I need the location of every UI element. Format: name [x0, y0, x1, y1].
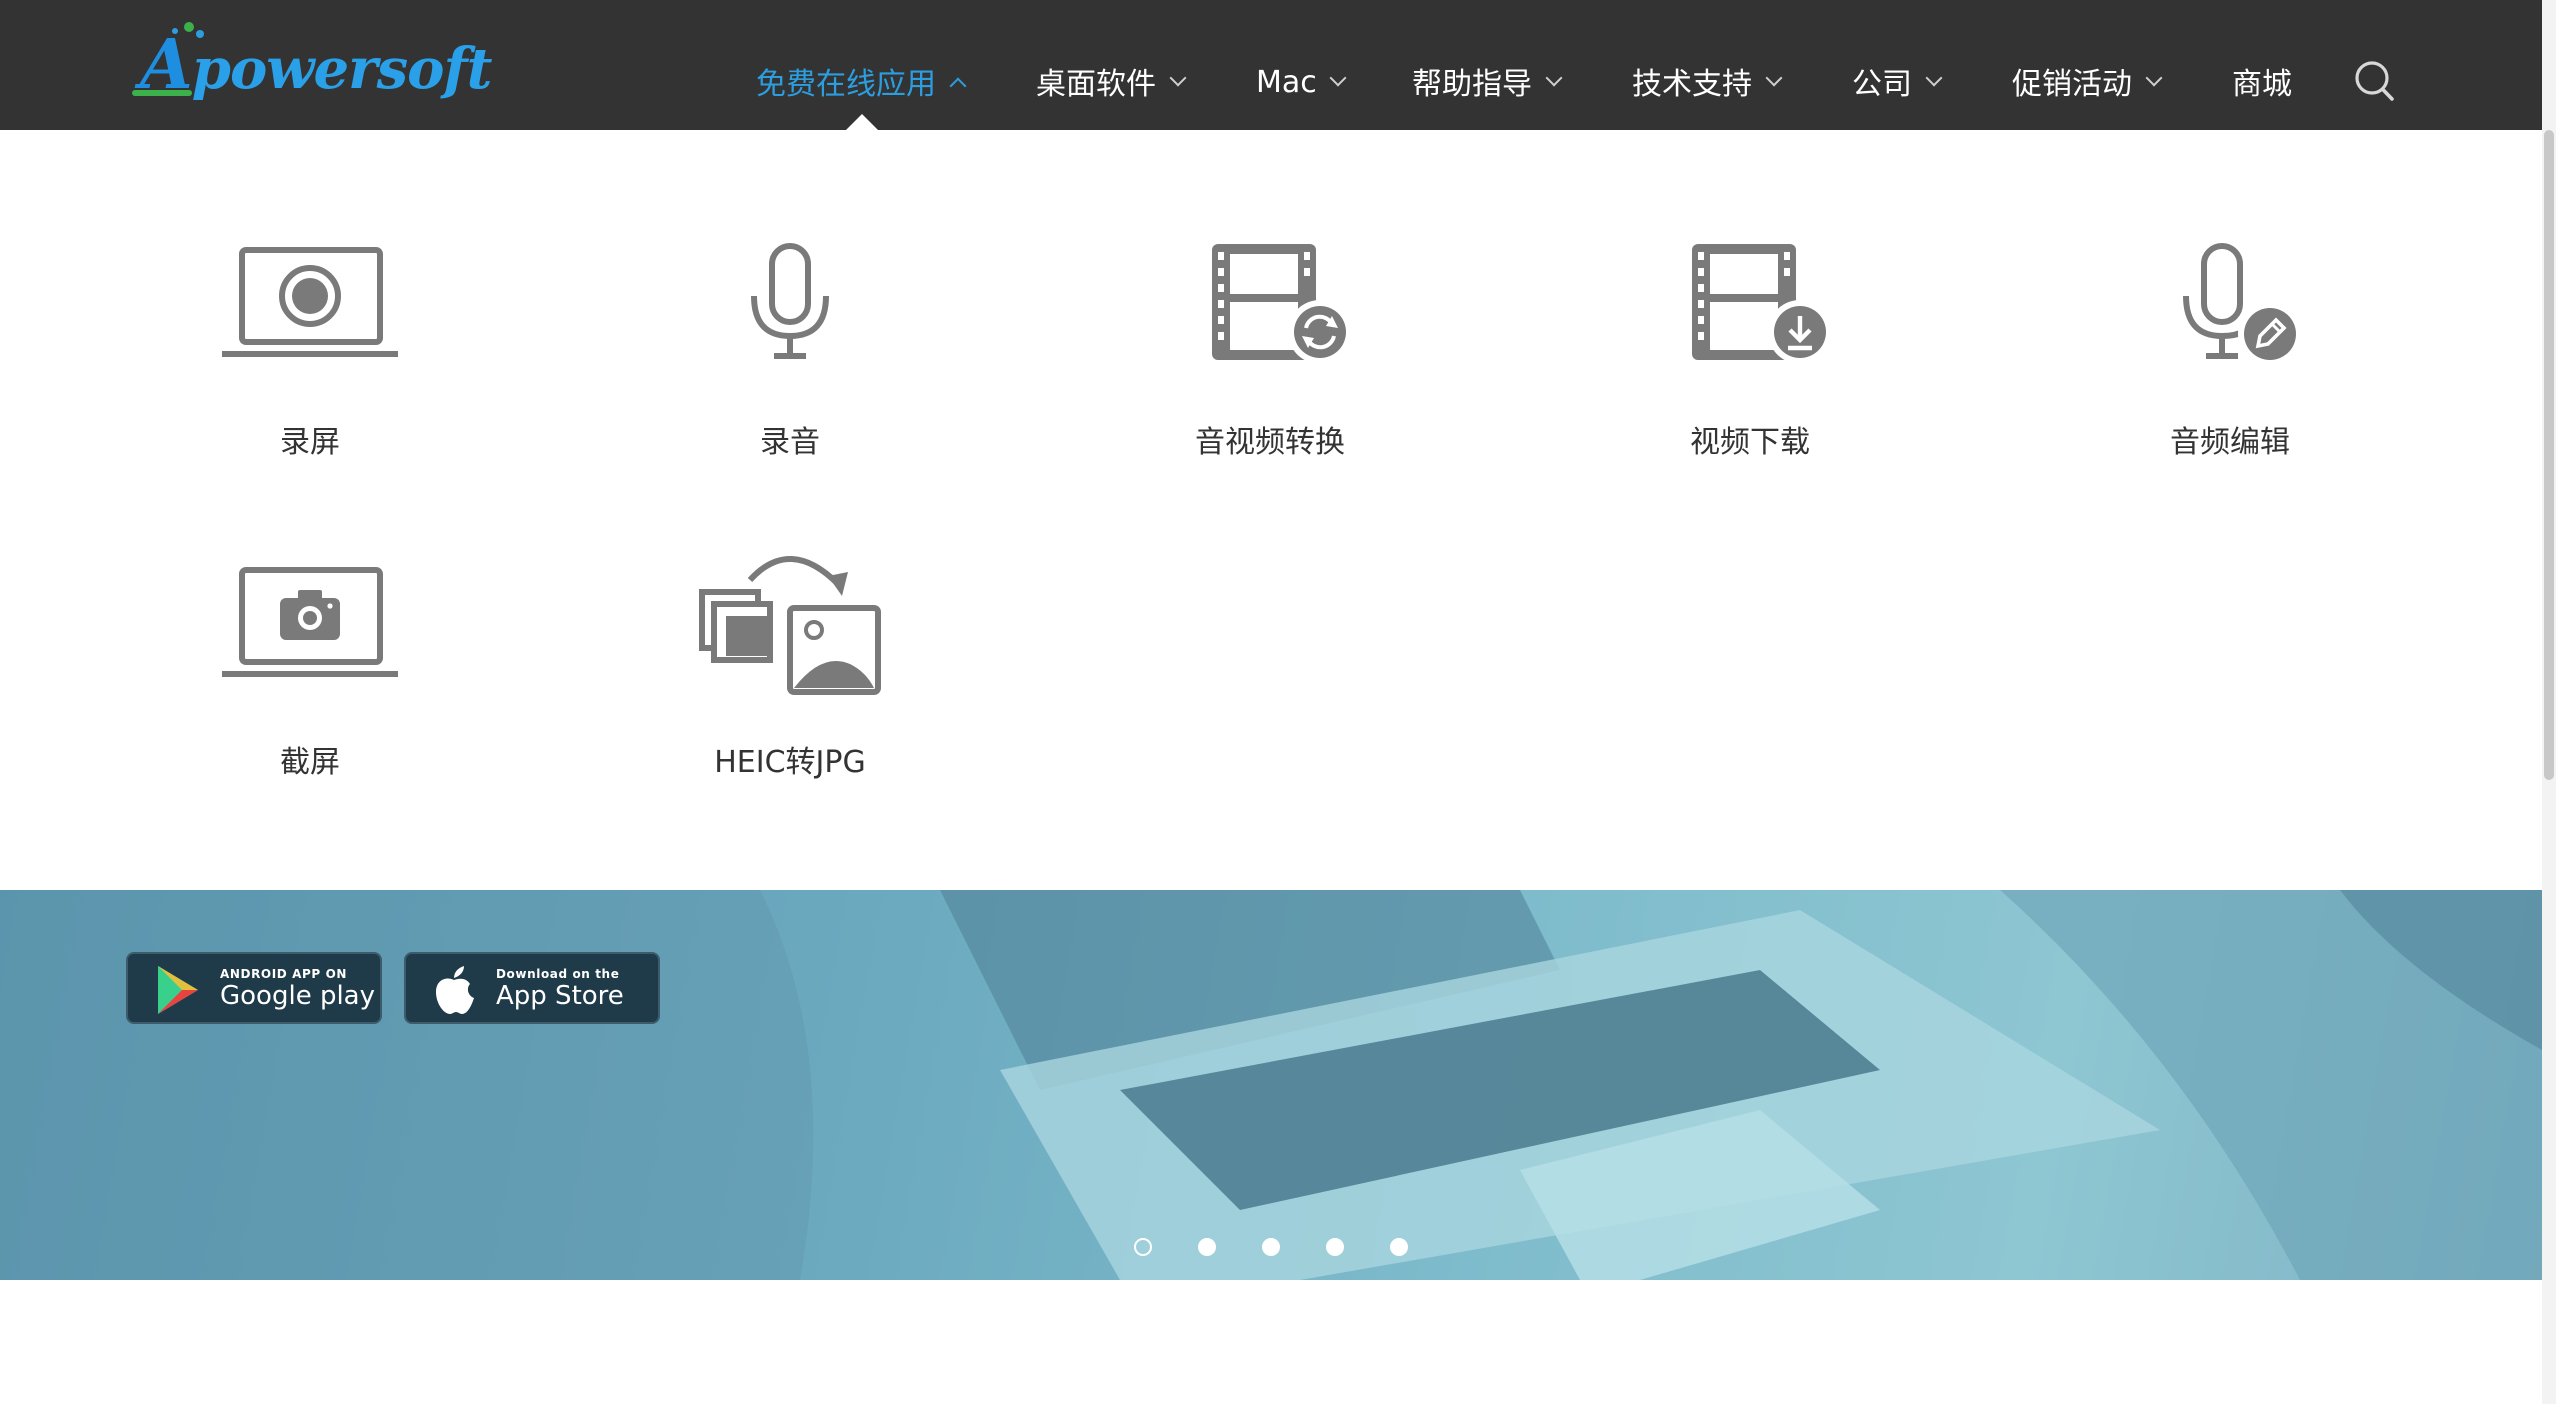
audio-edit-icon	[2183, 243, 2302, 366]
slide-dot-2[interactable]	[1198, 1238, 1216, 1256]
screenshot-camera-icon	[222, 567, 398, 677]
chevron-down-icon	[1925, 69, 1943, 87]
google-play-icon	[158, 966, 198, 1014]
nav-item-label: 桌面软件	[1036, 65, 1157, 101]
app-screen-recorder[interactable]: 录屏	[150, 220, 470, 520]
slide-dot-4[interactable]	[1326, 1238, 1344, 1256]
scrollbar-thumb[interactable]	[2544, 130, 2554, 780]
main-nav: 免费在线应用 桌面软件 Mac 帮助指导 技术支持 公司 促销活动 商城	[0, 0, 2542, 130]
app-heic-to-jpg[interactable]: HEIC转JPG	[630, 540, 950, 840]
slide-dot-1[interactable]	[1134, 1238, 1152, 1256]
nav-item-label: 技术支持	[1632, 65, 1753, 101]
app-screenshot[interactable]: 截屏	[150, 540, 470, 840]
microphone-icon	[751, 243, 829, 359]
nav-item-label: 公司	[1852, 65, 1913, 101]
app-audio-editor[interactable]: 音频编辑	[2070, 220, 2390, 520]
google-play-small-text: ANDROID APP ON	[220, 968, 348, 982]
chevron-up-icon	[949, 76, 967, 94]
app-label: 视频下载	[1689, 424, 1810, 460]
chevron-down-icon	[1169, 69, 1187, 87]
app-label: HEIC转JPG	[714, 744, 866, 780]
page-scrollbar[interactable]	[2542, 0, 2556, 1404]
heic-to-jpg-icon	[699, 556, 881, 695]
nav-item-mac[interactable]: Mac	[1256, 58, 1348, 106]
nav-item-desktop-software[interactable]: 桌面软件	[1036, 58, 1187, 106]
chevron-down-icon	[2145, 69, 2163, 87]
nav-item-label: Mac	[1256, 64, 1317, 100]
chevron-down-icon	[1765, 69, 1783, 87]
nav-item-tech-support[interactable]: 技术支持	[1632, 58, 1783, 106]
app-label: 截屏	[279, 744, 340, 780]
app-store-small-text: Download on the	[496, 968, 620, 982]
google-play-button[interactable]: ANDROID APP ON Google play	[126, 952, 382, 1024]
app-store-big-text: App Store	[496, 982, 624, 1012]
dropdown-pointer	[846, 114, 878, 130]
chevron-down-icon	[1545, 69, 1563, 87]
promo-banner: ANDROID APP ON Google play Download on t…	[0, 890, 2542, 1280]
app-label: 录音	[759, 424, 820, 460]
screen-record-icon	[222, 247, 398, 357]
nav-item-help-guide[interactable]: 帮助指导	[1412, 58, 1563, 106]
nav-item-free-online-apps[interactable]: 免费在线应用	[756, 58, 967, 106]
nav-item-label: 促销活动	[2012, 65, 2133, 101]
app-video-converter[interactable]: 音视频转换	[1110, 220, 1430, 520]
video-download-icon	[1692, 244, 1832, 364]
nav-item-store[interactable]: 商城	[2232, 58, 2292, 106]
app-audio-recorder[interactable]: 录音	[630, 220, 950, 520]
laptop-background-illustration	[0, 890, 2542, 1280]
nav-item-label: 商城	[2232, 65, 2293, 101]
nav-item-promotions[interactable]: 促销活动	[2012, 58, 2163, 106]
video-convert-icon	[1212, 244, 1352, 364]
slide-dot-5[interactable]	[1390, 1238, 1408, 1256]
app-label: 音视频转换	[1194, 424, 1345, 460]
app-store-button[interactable]: Download on the App Store	[404, 952, 660, 1024]
app-label: 音频编辑	[2169, 424, 2290, 460]
chevron-down-icon	[1330, 69, 1348, 87]
apple-icon	[436, 966, 474, 1014]
search-icon[interactable]	[2354, 60, 2394, 104]
site-header: Apowersoft 免费在线应用 桌面软件 Mac 帮助指导 技术支持 公司	[0, 0, 2542, 130]
google-play-big-text: Google play	[220, 982, 375, 1012]
app-label: 录屏	[279, 424, 340, 460]
nav-item-label: 帮助指导	[1412, 65, 1533, 101]
nav-item-label: 免费在线应用	[756, 65, 937, 101]
nav-item-company[interactable]: 公司	[1852, 58, 1943, 106]
app-video-downloader[interactable]: 视频下载	[1590, 220, 1910, 520]
slide-dot-3[interactable]	[1262, 1238, 1280, 1256]
